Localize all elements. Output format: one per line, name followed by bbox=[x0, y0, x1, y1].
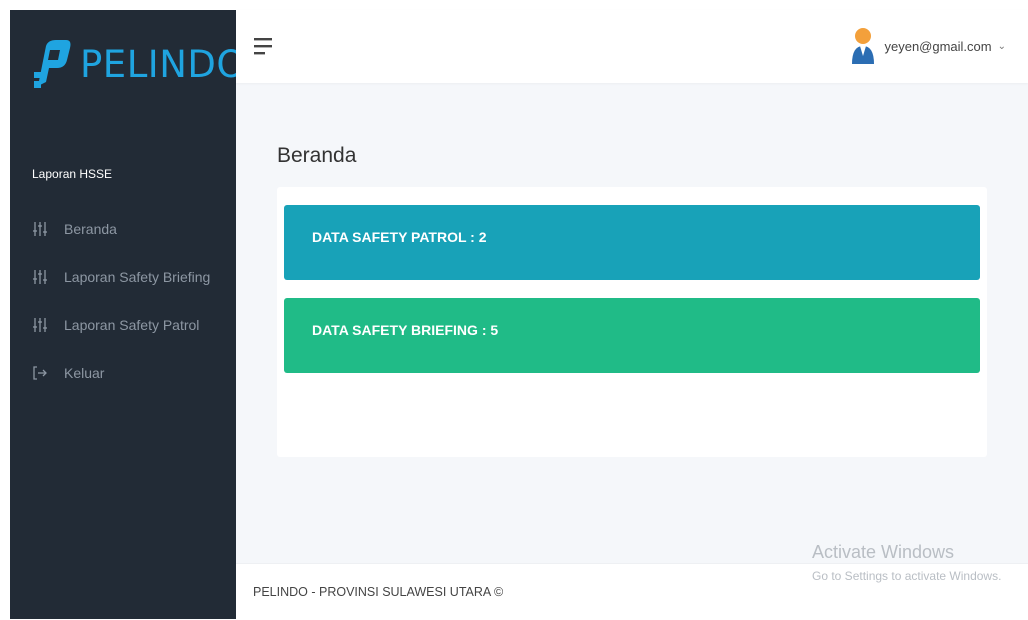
sidebar-item-label: Keluar bbox=[64, 365, 105, 381]
topbar: yeyen@gmail.com ⌄ bbox=[236, 10, 1028, 83]
sidebar-item-label: Laporan Safety Briefing bbox=[64, 269, 211, 285]
sidebar-item-label: Laporan Safety Patrol bbox=[64, 317, 200, 333]
dashboard-card: DATA SAFETY PATROL : 2 DATA SAFETY BRIEF… bbox=[277, 187, 987, 457]
sliders-icon bbox=[32, 269, 48, 285]
sidebar-item-beranda[interactable]: Beranda bbox=[32, 205, 232, 253]
sidebar-item-label: Beranda bbox=[64, 221, 117, 237]
brand-logo[interactable]: PELINDO bbox=[32, 38, 246, 90]
page-title: Beranda bbox=[277, 144, 357, 167]
user-email: yeyen@gmail.com bbox=[884, 38, 992, 54]
logout-icon bbox=[32, 365, 48, 381]
sidebar-section-title: Laporan HSSE bbox=[32, 167, 113, 181]
safety-patrol-stat[interactable]: DATA SAFETY PATROL : 2 bbox=[284, 205, 980, 280]
brand-name: PELINDO bbox=[80, 42, 247, 86]
sidebar-item-laporan-safety-patrol[interactable]: Laporan Safety Patrol bbox=[32, 301, 232, 349]
safety-briefing-stat[interactable]: DATA SAFETY BRIEFING : 5 bbox=[284, 298, 980, 373]
menu-toggle-button[interactable] bbox=[254, 36, 274, 56]
sidebar-item-laporan-safety-briefing[interactable]: Laporan Safety Briefing bbox=[32, 253, 232, 301]
user-menu[interactable]: yeyen@gmail.com ⌄ bbox=[850, 26, 1006, 66]
footer-text: PELINDO - PROVINSI SULAWESI UTARA © bbox=[253, 585, 504, 599]
pelindo-logo-icon bbox=[34, 40, 71, 88]
sidebar-nav: Beranda Laporan Safety Briefing Laporan … bbox=[32, 205, 232, 397]
chevron-down-icon: ⌄ bbox=[997, 40, 1006, 52]
avatar bbox=[852, 28, 875, 64]
activate-windows-title: Activate Windows bbox=[812, 542, 955, 562]
sliders-icon bbox=[32, 317, 48, 333]
hamburger-icon bbox=[254, 38, 272, 55]
sidebar: PELINDO Laporan HSSE Beranda Laporan Saf… bbox=[10, 10, 246, 619]
sliders-icon bbox=[32, 221, 48, 237]
sidebar-item-keluar[interactable]: Keluar bbox=[32, 349, 232, 397]
activate-windows-subtitle: Go to Settings to activate Windows. bbox=[812, 569, 1002, 583]
main-content: yeyen@gmail.com ⌄ Beranda DATA SAFETY PA… bbox=[236, 10, 1028, 620]
